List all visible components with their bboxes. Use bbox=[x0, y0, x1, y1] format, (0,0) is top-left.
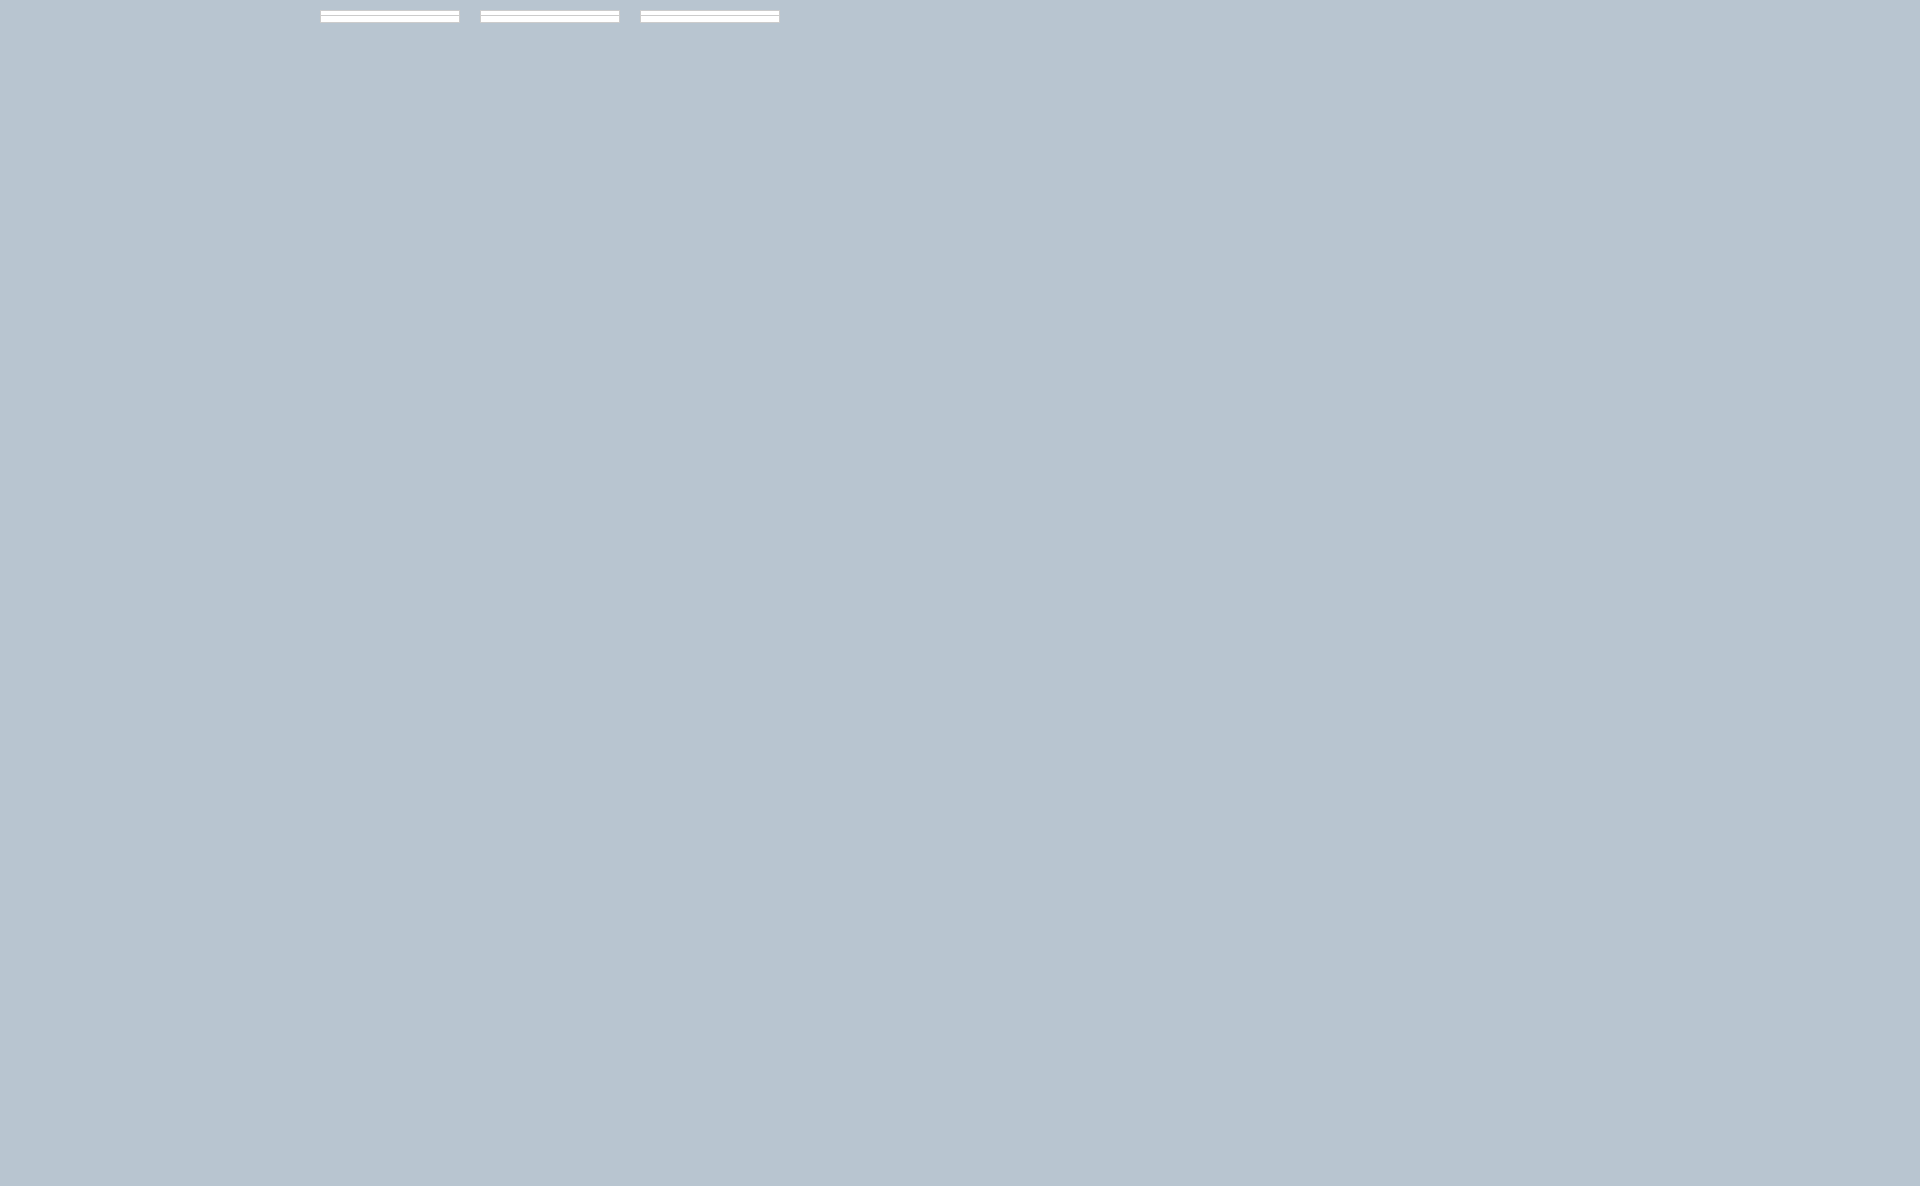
header bbox=[10, 10, 1910, 23]
time-interval-box bbox=[480, 10, 620, 23]
week-start-date-box bbox=[640, 10, 780, 23]
week-start-date-value bbox=[641, 16, 779, 22]
schedule-start-time-box bbox=[320, 10, 460, 23]
page-title bbox=[10, 10, 290, 14]
meta-boxes bbox=[320, 10, 1910, 23]
page bbox=[0, 0, 1920, 1186]
time-interval-value bbox=[481, 16, 619, 22]
schedule-start-time-value bbox=[321, 16, 459, 22]
